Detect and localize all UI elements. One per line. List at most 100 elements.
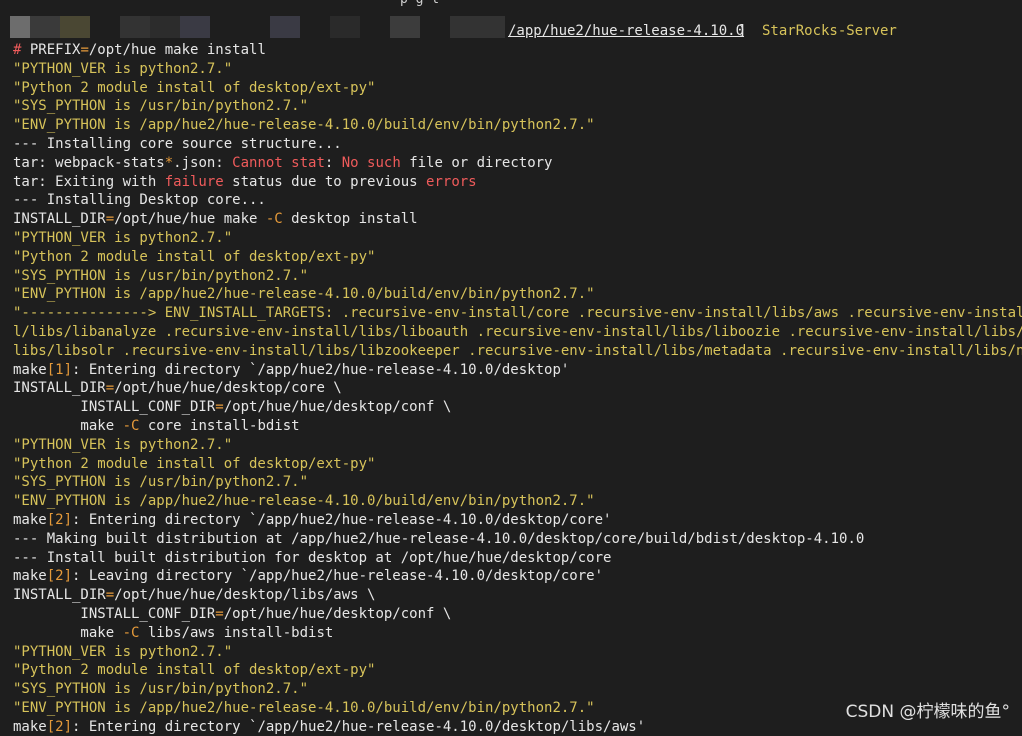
terminal-text-segment: = <box>105 587 115 604</box>
terminal-line: tar: Exiting with failure status due to … <box>13 173 1022 192</box>
terminal-text-segment: : Entering directory `/app/hue2/hue-rele… <box>72 361 570 378</box>
redacted-block <box>390 16 420 38</box>
terminal-line: "SYS_PYTHON is /usr/bin/python2.7." <box>13 680 1022 699</box>
terminal-line: INSTALL_DIR=/opt/hue/hue/desktop/libs/aw… <box>13 586 1022 605</box>
terminal-text-segment: PREFIX <box>29 42 81 58</box>
terminal-output[interactable]: # PREFIX=/opt/hue make install "PYTHON_VE… <box>13 41 1022 736</box>
terminal-text-segment: = <box>215 605 224 622</box>
terminal-text-segment: --- Installing Desktop core... <box>13 192 266 209</box>
terminal-text-segment: "ENV_PYTHON is /app/hue2/hue-release-4.1… <box>13 699 595 716</box>
terminal-text-segment: /opt/hue/hue/desktop/core \ <box>114 380 342 397</box>
terminal-text-segment: make <box>13 718 47 735</box>
terminal-line: l/libs/libanalyze .recursive-env-install… <box>13 323 1022 342</box>
terminal-line: "SYS_PYTHON is /usr/bin/python2.7." <box>13 267 1022 286</box>
terminal-line: --- Making built distribution at /app/hu… <box>13 530 1022 549</box>
terminal-text-segment: tar: Exiting with <box>13 173 165 190</box>
terminal-text-segment: [2] <box>46 718 73 735</box>
terminal-text-segment: = <box>215 399 224 416</box>
terminal-line: "PYTHON_VER is python2.7." <box>13 643 1022 662</box>
terminal-text-segment: -C <box>122 417 140 434</box>
terminal-line: INSTALL_DIR=/opt/hue/hue/desktop/core \ <box>13 379 1022 398</box>
terminal-text-segment: /opt/hue/hue make <box>114 211 266 228</box>
terminal-text-segment: "ENV_PYTHON is /app/hue2/hue-release-4.1… <box>13 493 595 510</box>
redacted-block <box>120 16 150 38</box>
terminal-text-segment: = <box>105 211 115 228</box>
terminal-line: INSTALL_CONF_DIR=/opt/hue/hue/desktop/co… <box>13 605 1022 624</box>
terminal-text-segment: make <box>13 568 47 585</box>
terminal-text-segment: "Python 2 module install of desktop/ext-… <box>13 248 376 265</box>
prompt-bracket: ] <box>738 23 747 39</box>
terminal-text-segment: "---------------> ENV_INSTALL_TARGETS: .… <box>13 305 1022 322</box>
terminal-text-segment: = <box>105 380 115 397</box>
terminal-text-segment: --- Making built distribution at /app/hu… <box>13 530 865 547</box>
terminal-text-segment: tar: webpack-stats <box>13 154 165 171</box>
terminal-text-segment: : Entering directory `/app/hue2/hue-rele… <box>72 511 612 528</box>
terminal-text-segment: libs/libsolr .recursive-env-install/libs… <box>13 342 1022 359</box>
terminal-text-segment: [2] <box>46 511 73 528</box>
terminal-text-segment: No such <box>341 154 401 171</box>
terminal-text-segment: INSTALL_DIR <box>13 211 106 228</box>
terminal-line: INSTALL_CONF_DIR=/opt/hue/hue/desktop/co… <box>13 398 1022 417</box>
terminal-text-segment: "PYTHON_VER is python2.7." <box>13 229 233 246</box>
terminal-text-segment: --- Installing core source structure... <box>13 135 342 152</box>
terminal-text-segment: INSTALL_CONF_DIR <box>13 605 216 622</box>
terminal-line: "Python 2 module install of desktop/ext-… <box>13 79 1022 98</box>
terminal-line: "Python 2 module install of desktop/ext-… <box>13 248 1022 267</box>
terminal-line: make -C core install-bdist <box>13 417 1022 436</box>
terminal-text-segment: -C <box>265 211 283 228</box>
terminal-text-segment: make <box>13 511 47 528</box>
terminal-text-segment: libs/aws install-bdist <box>139 624 334 641</box>
prompt-host: StarRocks-Server <box>762 23 897 39</box>
terminal-text-segment: "PYTHON_VER is python2.7." <box>13 643 233 660</box>
terminal-text-segment: INSTALL_DIR <box>13 380 106 397</box>
terminal-line: make[1]: Entering directory `/app/hue2/h… <box>13 361 1022 380</box>
terminal-title-bar: p g l /app/hue2/hue-release-4.10.0 ] Sta… <box>0 0 1022 39</box>
terminal-line: --- Installing core source structure... <box>13 135 1022 154</box>
terminal-line: make[2]: Entering directory `/app/hue2/h… <box>13 511 1022 530</box>
terminal-text-segment: make <box>13 417 123 434</box>
terminal-text-segment: make <box>13 361 47 378</box>
terminal-text-segment: Cannot stat <box>232 154 325 171</box>
terminal-line: make[2]: Leaving directory `/app/hue2/hu… <box>13 567 1022 586</box>
terminal-text-segment: .json: <box>173 154 233 171</box>
terminal-text-segment: : <box>324 154 342 171</box>
terminal-line: libs/libsolr .recursive-env-install/libs… <box>13 342 1022 361</box>
terminal-line: --- Installing Desktop core... <box>13 191 1022 210</box>
terminal-line: "PYTHON_VER is python2.7." <box>13 60 1022 79</box>
terminal-line: INSTALL_DIR=/opt/hue/hue make -C desktop… <box>13 210 1022 229</box>
terminal-text-segment: : Entering directory `/app/hue2/hue-rele… <box>72 718 646 735</box>
terminal-text-segment: "SYS_PYTHON is /usr/bin/python2.7." <box>13 98 309 115</box>
terminal-line: "ENV_PYTHON is /app/hue2/hue-release-4.1… <box>13 285 1022 304</box>
terminal-text-segment: --- Install built distribution for deskt… <box>13 549 612 566</box>
redacted-block <box>270 16 300 38</box>
terminal-text-segment: INSTALL_CONF_DIR <box>13 399 216 416</box>
terminal-text-segment: [2] <box>46 568 73 585</box>
terminal-text-segment: "SYS_PYTHON is /usr/bin/python2.7." <box>13 267 309 284</box>
redacted-block <box>180 16 210 38</box>
terminal-line: "SYS_PYTHON is /usr/bin/python2.7." <box>13 473 1022 492</box>
terminal-text-segment: status due to previous <box>223 173 427 190</box>
terminal-text-segment: = <box>80 42 89 58</box>
terminal-text-segment: /opt/hue/hue/desktop/libs/aws \ <box>114 587 376 604</box>
terminal-text-segment: "ENV_PYTHON is /app/hue2/hue-release-4.1… <box>13 117 595 134</box>
terminal-text-segment: make <box>13 624 123 641</box>
terminal-line: "ENV_PYTHON is /app/hue2/hue-release-4.1… <box>13 492 1022 511</box>
redacted-block <box>330 16 360 38</box>
terminal-text-segment: /opt/hue/hue/desktop/conf \ <box>223 399 452 416</box>
terminal-line: "ENV_PYTHON is /app/hue2/hue-release-4.1… <box>13 116 1022 135</box>
terminal-text-segment: "PYTHON_VER is python2.7." <box>13 60 233 77</box>
terminal-line: --- Install built distribution for deskt… <box>13 549 1022 568</box>
terminal-text-segment: "ENV_PYTHON is /app/hue2/hue-release-4.1… <box>13 286 595 303</box>
terminal-text-segment: /opt/hue make install <box>88 42 266 58</box>
terminal-line: "Python 2 module install of desktop/ext-… <box>13 661 1022 680</box>
prompt-path[interactable]: /app/hue2/hue-release-4.10.0 <box>508 22 744 41</box>
terminal-line: "SYS_PYTHON is /usr/bin/python2.7." <box>13 97 1022 116</box>
redacted-block <box>30 16 60 38</box>
terminal-text-segment: INSTALL_DIR <box>13 587 106 604</box>
terminal-text-segment: -C <box>122 624 140 641</box>
window-title-fragment: p g l <box>400 0 439 10</box>
terminal-text-segment: desktop install <box>282 211 418 228</box>
terminal-line: "PYTHON_VER is python2.7." <box>13 229 1022 248</box>
redacted-block <box>150 16 180 38</box>
terminal-line: "---------------> ENV_INSTALL_TARGETS: .… <box>13 304 1022 323</box>
